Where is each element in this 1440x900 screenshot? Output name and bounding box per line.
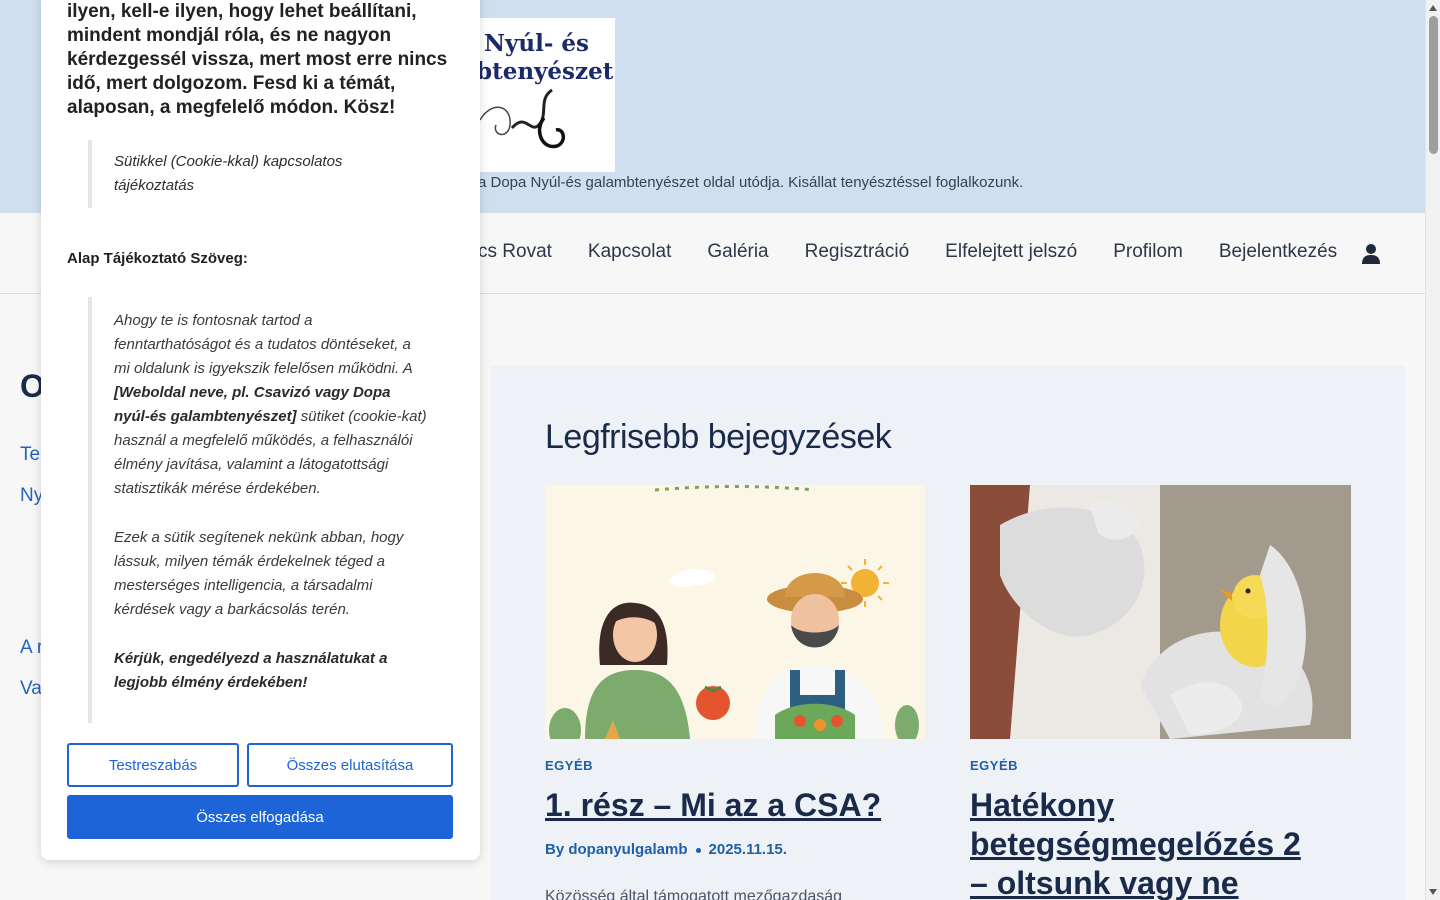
- sidebar-link-1[interactable]: Te: [20, 444, 40, 466]
- swirl-ornament-icon: [479, 88, 565, 149]
- post-1-category[interactable]: EGYÉB: [545, 758, 593, 773]
- scroll-up-icon[interactable]: [1429, 5, 1437, 11]
- nav-item-elfelejtett-jelszo[interactable]: Elfelejtett jelszó: [945, 241, 1077, 263]
- post-1-date[interactable]: 2025.11.15.: [709, 841, 787, 858]
- post-1-meta: By dopanyulgalamb 2025.11.15.: [545, 841, 787, 858]
- nav-item-regisztracio[interactable]: Regisztráció: [805, 241, 910, 263]
- cookie-consent-dialog: ilyen, kell-e ilyen, hogy lehet beállíta…: [41, 0, 480, 860]
- post-1-image[interactable]: [545, 485, 925, 739]
- farmer-illustration-icon: [545, 485, 925, 739]
- post-2-title-line-1[interactable]: Hatékony: [970, 786, 1114, 825]
- nav-item-bejelentkezes[interactable]: Bejelentkezés: [1219, 241, 1337, 263]
- post-1-author[interactable]: By dopanyulgalamb: [545, 841, 688, 858]
- sidebar-link-2[interactable]: Ny: [20, 485, 43, 507]
- cookie-intro-text: ilyen, kell-e ilyen, hogy lehet beállíta…: [67, 1, 448, 118]
- scroll-down-icon[interactable]: [1429, 889, 1437, 895]
- cookie-info-quote: Ahogy te is fontosnak tartod a fenntarth…: [88, 297, 428, 723]
- nav-item-kapcsolat[interactable]: Kapcsolat: [588, 241, 671, 263]
- logo-line-1: Nyúl- és: [484, 30, 589, 57]
- accept-all-button[interactable]: Összes elfogadása: [67, 795, 453, 839]
- latest-posts-title: Legfrisebb bejegyzések: [545, 418, 892, 456]
- post-2-title-line-2[interactable]: betegségmegelőzés 2: [970, 825, 1301, 864]
- cookie-paragraph-1: Ahogy te is fontosnak tartod a fenntarth…: [114, 309, 428, 501]
- nav-item-rovat[interactable]: cs Rovat: [478, 241, 552, 263]
- cookie-quote-title-text: Sütikkel (Cookie-kkal) kapcsolatos tájék…: [114, 153, 343, 194]
- site-logo[interactable]: Nyúl- és btenyészet: [470, 18, 615, 172]
- nav-item-galeria[interactable]: Galéria: [707, 241, 768, 263]
- meta-separator-icon: [695, 847, 701, 853]
- user-icon[interactable]: [1361, 243, 1381, 265]
- site-tagline: a Dopa Nyúl-és galambtenyészet oldal utó…: [478, 174, 1024, 191]
- cookie-paragraph-3: Kérjük, engedélyezd a használatukat a le…: [114, 647, 428, 695]
- nav-item-profilom[interactable]: Profilom: [1113, 241, 1183, 263]
- post-2-image[interactable]: [970, 485, 1351, 739]
- cookie-paragraph-2: Ezek a sütik segítenek nekünk abban, hog…: [114, 529, 404, 618]
- reject-all-button[interactable]: Összes elutasítása: [247, 743, 453, 787]
- post-1-title[interactable]: 1. rész – Mi az a CSA?: [545, 786, 881, 825]
- cookie-quote-title: Sütikkel (Cookie-kkal) kapcsolatos tájék…: [88, 140, 443, 208]
- cookie-subheading: Alap Tájékoztató Szöveg:: [67, 250, 248, 267]
- scroll-thumb[interactable]: [1429, 16, 1438, 154]
- post-2-category[interactable]: EGYÉB: [970, 758, 1018, 773]
- customize-button[interactable]: Testreszabás: [67, 743, 239, 787]
- post-2-title-line-3[interactable]: – oltsunk vagy ne: [970, 864, 1239, 900]
- cookie-para3-bold: Kérjük, engedélyezd a használatukat a le…: [114, 650, 388, 691]
- duckling-photo-icon: [970, 485, 1351, 739]
- page-scrollbar[interactable]: [1425, 0, 1440, 900]
- sidebar-link-4[interactable]: Va: [20, 678, 42, 700]
- sidebar-link-3[interactable]: A r: [20, 637, 43, 659]
- post-1-excerpt: Közösség által támogatott mezőgazdaság: [545, 888, 843, 900]
- cookie-para1-start: Ahogy te is fontosnak tartod a fenntarth…: [114, 312, 413, 377]
